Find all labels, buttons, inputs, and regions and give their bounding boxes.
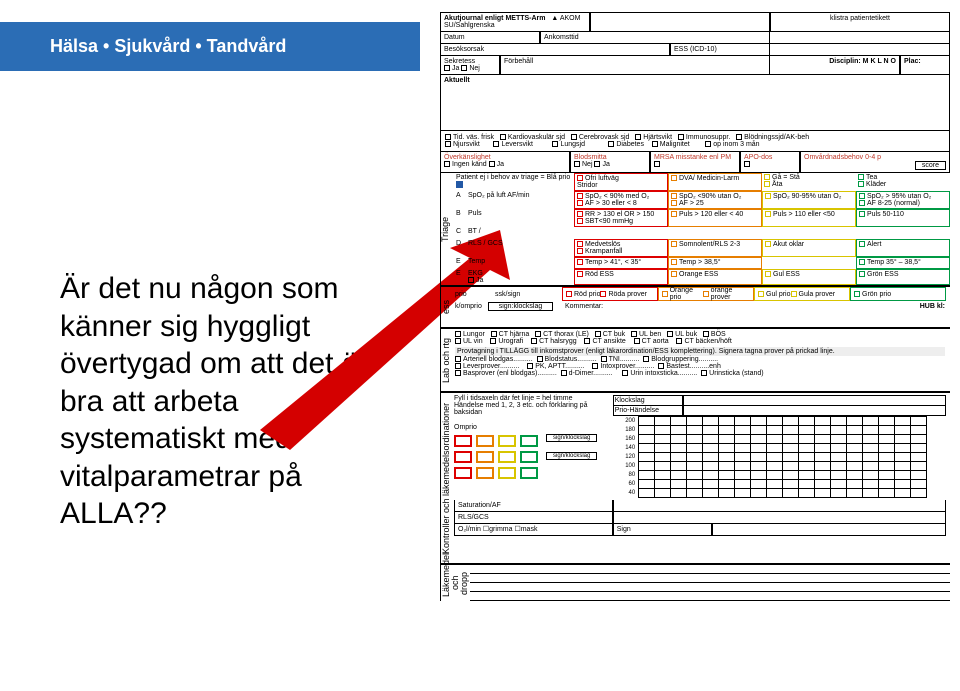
field-ankomsttid: Ankomsttid [540,32,770,44]
slide-question: Är det nu någon som känner sig hyggligt … [60,270,380,533]
section-banner: Hälsa • Sjukvård • Tandvård [0,22,420,71]
monitor-side: Kontroller och läkemedelsordinationer [440,393,452,563]
label-sekretess: Sekretess [444,58,475,65]
lab-side: Lab och rtg [440,329,452,391]
triage-side-label: Triage [440,173,454,285]
akutjournal-form: Akutjournal enligt METTS-Arm ▲ AKOM SU/S… [440,12,950,601]
label-plac: Plac: [904,58,921,65]
field-forbehall: Förbehåll [500,56,770,75]
field-datum: Datum [440,32,540,44]
med-side: Läkemedel och dropp [440,565,470,601]
label-overkans: Överkänslighet [444,154,491,161]
field-besoksorsak: Besöksorsak [440,44,670,56]
field-ess: ESS (ICD-10) [670,44,770,56]
vital-grid: 200 180 160 140 120 100 80 60 40 [613,416,928,498]
question-text: Är det nu någon som känner sig hyggligt … [60,272,369,530]
banner-text: Hälsa • Sjukvård • Tandvård [50,36,286,56]
patient-sticker: klistra patientetikett [770,13,950,32]
process-side: ess [440,287,452,327]
label-disciplin: Disciplin: M K L N O [829,58,896,65]
form-title: Akutjournal enligt METTS-Arm [444,15,546,22]
field-aktuellt: Aktuellt [440,75,950,131]
